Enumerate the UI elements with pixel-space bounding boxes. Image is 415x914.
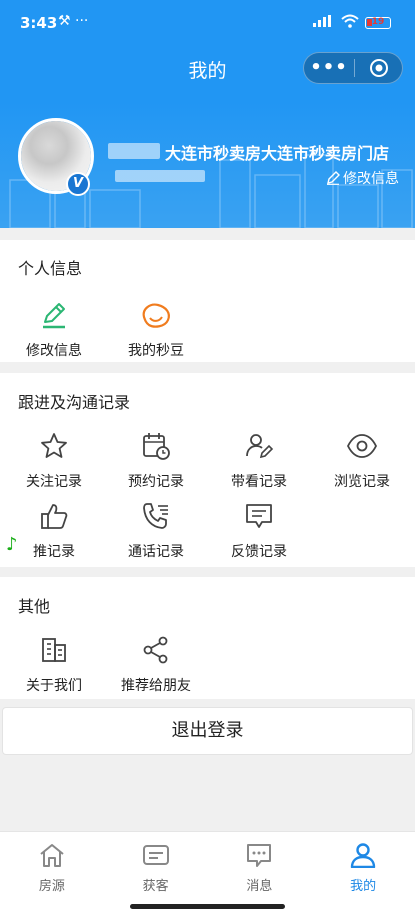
calendar-clock-icon xyxy=(143,433,170,460)
status-bar: 3:43 ⚒ ··· 19 xyxy=(0,0,415,44)
tab-label: 我的 xyxy=(350,879,377,894)
verified-badge: V xyxy=(66,172,90,196)
battery-level: 19 xyxy=(371,16,385,27)
personal-info-card: 个人信息 修改信息 我的秒豆 xyxy=(0,240,415,362)
wifi-icon xyxy=(341,14,359,31)
eye-icon xyxy=(346,434,378,458)
other-card: 其他 关于我们 推荐给朋友 xyxy=(0,577,415,699)
phone-list-icon xyxy=(143,503,168,529)
logout-button[interactable]: 退出登录 xyxy=(2,707,413,755)
status-time: 3:43 xyxy=(20,14,58,32)
section-title-other: 其他 xyxy=(18,597,51,616)
edit-info-button[interactable]: 修改信息 xyxy=(2,298,106,360)
item-label: 我的秒豆 xyxy=(128,343,184,359)
tab-me[interactable]: 我的 xyxy=(311,832,415,914)
tab-label: 获客 xyxy=(142,879,169,894)
item-label: 推记录 xyxy=(33,544,75,560)
building-icon xyxy=(42,638,66,662)
share-icon xyxy=(143,636,168,664)
battery-icon: 19 xyxy=(365,16,391,29)
tab-label: 房源 xyxy=(38,879,65,894)
more-button[interactable]: ••• xyxy=(304,53,354,83)
section-title-records: 跟进及沟通记录 xyxy=(18,393,131,412)
redacted-phone xyxy=(115,170,205,182)
bean-icon xyxy=(142,303,170,328)
item-label: 预约记录 xyxy=(128,474,184,490)
target-icon xyxy=(369,59,388,77)
pencil-icon xyxy=(327,171,340,185)
redacted-name xyxy=(108,143,160,159)
viewing-records-button[interactable]: 带看记录 xyxy=(207,429,311,491)
item-label: 浏览记录 xyxy=(334,474,390,490)
follow-records-button[interactable]: 关注记录 xyxy=(2,429,106,491)
thumbs-up-icon xyxy=(41,504,68,529)
users-pen-icon xyxy=(246,434,274,459)
item-label: 关于我们 xyxy=(26,678,82,694)
item-label: 通话记录 xyxy=(128,544,184,560)
item-label: 带看记录 xyxy=(231,474,287,490)
browse-records-button[interactable]: 浏览记录 xyxy=(310,429,414,491)
home-icon xyxy=(40,844,64,867)
item-label: 反馈记录 xyxy=(231,544,287,560)
tab-messages[interactable]: 消息 xyxy=(208,832,312,914)
signal-icon xyxy=(313,15,335,30)
recommend-to-friend-button[interactable]: 推荐给朋友 xyxy=(104,633,208,695)
music-note-icon[interactable]: ♪ xyxy=(6,534,18,555)
tab-customers[interactable]: 获客 xyxy=(104,832,208,914)
home-indicator[interactable] xyxy=(130,904,285,909)
star-icon xyxy=(41,433,67,458)
appointment-records-button[interactable]: 预约记录 xyxy=(104,429,208,491)
chat-icon xyxy=(247,844,272,867)
section-title-personal: 个人信息 xyxy=(18,259,83,278)
status-extra: ⚒ ··· xyxy=(58,13,89,29)
item-label: 推荐给朋友 xyxy=(121,678,191,694)
item-label: 修改信息 xyxy=(26,343,82,359)
feedback-records-button[interactable]: 反馈记录 xyxy=(207,499,311,561)
my-beans-button[interactable]: 我的秒豆 xyxy=(104,298,208,360)
records-card: 跟进及沟通记录 关注记录 预约记录 带看记录 浏览记录 推记录 通话记录 反馈记… xyxy=(0,373,415,567)
person-icon xyxy=(350,843,376,869)
miniapp-capsule: ••• xyxy=(303,52,403,84)
pencil-icon xyxy=(43,303,65,329)
edit-profile-label: 修改信息 xyxy=(343,171,399,187)
item-label: 关注记录 xyxy=(26,474,82,490)
store-name: 大连市秒卖房大连市秒卖房门店 xyxy=(165,144,390,163)
tab-listings[interactable]: 房源 xyxy=(0,832,104,914)
tab-label: 消息 xyxy=(246,879,273,894)
edit-profile-link[interactable]: 修改信息 xyxy=(326,168,399,188)
card-icon xyxy=(142,845,169,865)
call-records-button[interactable]: 通话记录 xyxy=(104,499,208,561)
recommend-records-button[interactable]: 推记录 xyxy=(2,499,106,561)
tab-bar: 房源 获客 消息 我的 xyxy=(0,831,415,914)
feedback-icon xyxy=(246,504,272,528)
status-right: 19 xyxy=(313,14,391,31)
close-miniapp-button[interactable] xyxy=(355,58,402,78)
about-us-button[interactable]: 关于我们 xyxy=(2,633,106,695)
